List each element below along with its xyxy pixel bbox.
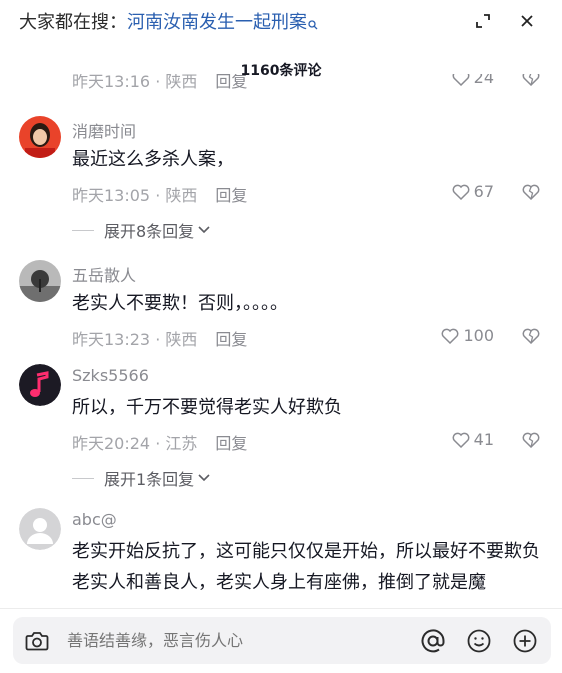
dislike-icon[interactable] [522,432,540,452]
comment-meta: 昨天13:16 · 陕西 回复 [72,74,247,92]
avatar[interactable] [19,260,61,302]
heart-icon [452,74,470,86]
comment-input[interactable] [61,631,417,650]
comment-username[interactable]: 五岳散人 [72,262,136,286]
expand-replies-label: 展开1条回复 [104,470,195,489]
like-count: 24 [473,74,494,87]
avatar[interactable] [19,364,61,406]
like-button[interactable]: 100 [441,326,494,345]
comment-meta: 昨天20:24 · 江苏 回复 [72,430,247,454]
like-count: 41 [473,430,494,449]
trending-search-prefix: 大家都在搜： [19,12,127,33]
comment-text: 老实人不要欺！否则，。。。。 [72,293,288,314]
camera-icon[interactable] [13,617,61,664]
comment-text: 老实开始反抗了，这可能只仅仅是开始，所以最好不要欺负老实人和善良人，老实人身上有… [72,541,540,593]
like-count: 67 [473,182,494,201]
expand-replies-button[interactable]: 展开1条回复 [72,466,211,490]
dislike-icon[interactable] [522,74,540,90]
expand-replies-button[interactable]: 展开8条回复 [72,218,211,242]
like-button[interactable]: 41 [452,430,494,449]
comment-time-location: 昨天13:05 · 陕西 [72,186,198,205]
like-button[interactable]: 67 [452,182,494,201]
chevron-down-icon [198,226,210,234]
comment-time-location: 昨天20:24 · 江苏 [72,434,198,453]
reply-button[interactable]: 回复 [215,74,247,92]
comment-text: 最近这么多杀人案， [72,149,234,170]
heart-icon [442,328,459,344]
comment-time-location: 昨天13:23 · 陕西 [72,330,198,349]
reply-button[interactable]: 回复 [215,430,247,454]
like-button[interactable]: 24 [452,74,494,87]
comment-text: 所以，千万不要觉得老实人好欺负 [72,397,342,418]
reply-button[interactable]: 回复 [215,326,247,350]
reply-button[interactable]: 回复 [215,182,247,206]
avatar[interactable] [19,116,61,158]
add-icon[interactable] [509,625,541,657]
divider [72,229,94,231]
chevron-down-icon [198,474,210,482]
expand-replies-label: 展开8条回复 [104,222,195,241]
heart-icon [452,184,470,200]
comment-username[interactable]: 消磨时间 [72,118,136,142]
dislike-icon[interactable] [522,184,540,204]
comment-meta: 昨天13:05 · 陕西 回复 [72,182,247,206]
comment-meta: 昨天13:23 · 陕西 回复 [72,326,247,350]
comment-time-location: 昨天13:16 · 陕西 [72,74,198,91]
dislike-icon[interactable] [522,328,540,348]
at-mention-icon[interactable] [417,625,449,657]
magnifier-icon [308,15,318,34]
expand-icon[interactable] [470,8,496,34]
comment-input-bar [0,608,562,673]
comment-input-container[interactable] [13,617,551,664]
comment-username[interactable]: Szks5566 [72,366,149,385]
avatar[interactable] [19,508,61,550]
like-count: 100 [463,326,494,345]
trending-search-query[interactable]: 河南汝南发生一起刑案 [127,8,307,34]
close-icon[interactable] [514,8,540,34]
comment-list[interactable]: 昨天13:16 · 陕西 回复 24 消磨时间 最近这么多杀人案， 昨天13:0… [0,74,562,608]
comment-username[interactable]: abc@ [72,510,117,529]
divider [72,477,94,479]
emoji-icon[interactable] [463,625,495,657]
heart-icon [452,432,470,448]
